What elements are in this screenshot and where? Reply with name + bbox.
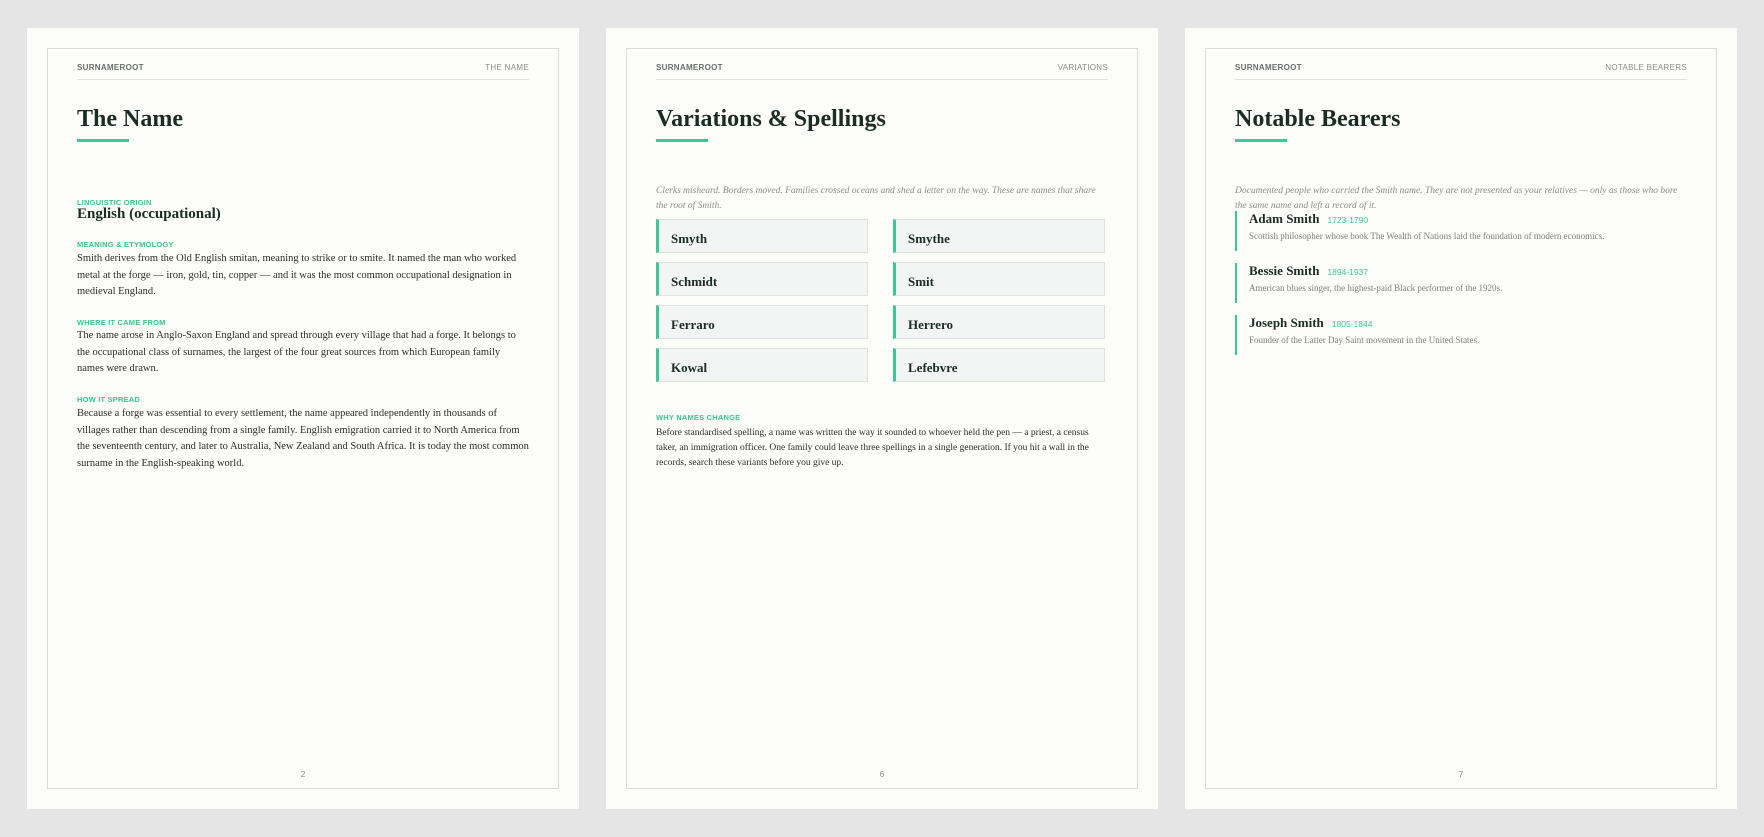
section-name: THE NAME	[485, 63, 529, 72]
bearer-entry: Bessie Smith 1894-1937 American blues sin…	[1235, 263, 1687, 303]
variant-name: Smythe	[908, 231, 950, 246]
bearer-years: 1723-1790	[1327, 215, 1369, 225]
page-content: SURNAMEROOT VARIATIONS Variations & Spel…	[656, 28, 1108, 809]
brand-name: SURNAMEROOT	[77, 63, 144, 72]
variant-name: Herrero	[908, 317, 953, 332]
variant-card: Smyth	[656, 219, 868, 253]
bearer-name-line: Bessie Smith 1894-1937	[1249, 263, 1368, 279]
why-names-change-label: WHY NAMES CHANGE	[656, 413, 741, 422]
bearer-description: Founder of the Latter Day Saint movement…	[1249, 335, 1480, 345]
bearer-entry: Adam Smith 1723-1790 Scottish philosopher…	[1235, 211, 1687, 251]
bearer-entry: Joseph Smith 1805-1844 Founder of the Lat…	[1235, 315, 1687, 355]
bearer-description: Scottish philosopher whose book The Weal…	[1249, 231, 1605, 241]
variant-name: Smyth	[671, 231, 708, 246]
meaning-text: Smith derives from the Old English smita…	[77, 253, 517, 297]
variant-card: Lefebvre	[893, 348, 1105, 382]
page-title: Variations & Spellings	[656, 106, 886, 132]
section-name: VARIATIONS	[1057, 63, 1108, 72]
title-underline	[656, 139, 708, 142]
intro-text: Documented people who carried the Smith …	[1235, 186, 1678, 211]
brand-name: SURNAMEROOT	[656, 63, 723, 72]
variant-name: Ferraro	[671, 317, 715, 332]
variant-name: Lefebvre	[908, 360, 958, 375]
title-underline	[1235, 139, 1287, 142]
page-title: Notable Bearers	[1235, 106, 1401, 132]
variant-card: Smit	[893, 262, 1105, 296]
variant-name: Kowal	[671, 360, 708, 375]
page-notable-bearers: SURNAMEROOT NOTABLE BEARERS Notable Bear…	[1185, 28, 1737, 809]
variant-name: Smit	[908, 274, 934, 289]
page-title: The Name	[77, 106, 183, 132]
page-content: SURNAMEROOT THE NAME The Name LINGUISTIC…	[77, 28, 529, 809]
linguistic-origin-value: English (occupational)	[77, 206, 221, 222]
page-variations: SURNAMEROOT VARIATIONS Variations & Spel…	[606, 28, 1158, 809]
title-underline	[77, 139, 129, 142]
bearer-name-line: Adam Smith 1723-1790	[1249, 211, 1368, 227]
bearer-description: American blues singer, the highest-paid …	[1249, 283, 1503, 293]
bearer-years: 1894-1937	[1327, 267, 1369, 277]
bearer-name-line: Joseph Smith 1805-1844	[1249, 315, 1372, 331]
variant-card: Kowal	[656, 348, 868, 382]
intro-text: Clerks misheard. Borders moved. Families…	[656, 186, 1096, 211]
variant-card: Ferraro	[656, 305, 868, 339]
page-the-name: SURNAMEROOT THE NAME The Name LINGUISTIC…	[27, 28, 579, 809]
page-number: 6	[879, 769, 885, 779]
page-number: 2	[300, 769, 306, 779]
running-header: SURNAMEROOT THE NAME	[77, 63, 529, 80]
variant-card: Herrero	[893, 305, 1105, 339]
bearer-name: Bessie Smith	[1249, 263, 1320, 278]
running-header: SURNAMEROOT VARIATIONS	[656, 63, 1108, 80]
bearer-name: Adam Smith	[1249, 211, 1320, 226]
spread-label: HOW IT SPREAD	[77, 395, 141, 404]
origin-place-label: WHERE IT CAME FROM	[77, 318, 166, 327]
variant-card: Schmidt	[656, 262, 868, 296]
section-name: NOTABLE BEARERS	[1605, 63, 1687, 72]
bearer-years: 1805-1844	[1331, 319, 1373, 329]
page-content: SURNAMEROOT NOTABLE BEARERS Notable Bear…	[1235, 28, 1687, 809]
brand-name: SURNAMEROOT	[1235, 63, 1302, 72]
variant-card: Smythe	[893, 219, 1105, 253]
why-names-change-text: Before standardised spelling, a name was…	[656, 428, 1089, 468]
spread-text: Because a forge was essential to every s…	[77, 408, 529, 469]
bearer-name: Joseph Smith	[1249, 315, 1324, 330]
origin-place-text: The name arose in Anglo-Saxon England an…	[77, 330, 516, 374]
page-number: 7	[1458, 769, 1464, 779]
variant-name: Schmidt	[671, 274, 718, 289]
meaning-label: MEANING & ETYMOLOGY	[77, 240, 174, 249]
running-header: SURNAMEROOT NOTABLE BEARERS	[1235, 63, 1687, 80]
